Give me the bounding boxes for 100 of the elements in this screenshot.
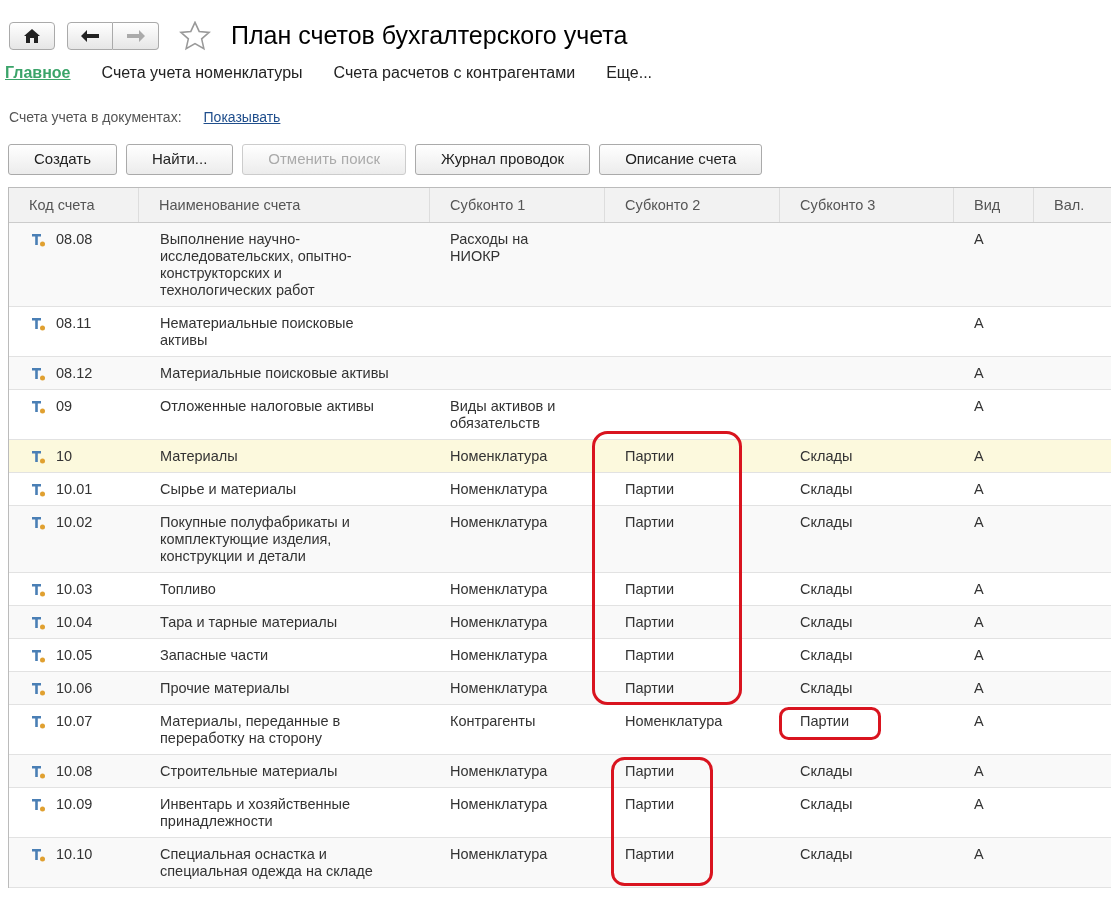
table-row[interactable]: 10.10 Специальная оснастка и специальная одежда на складе Номенклатура Партии Склады А	[9, 838, 1111, 888]
table-cell: А	[974, 231, 984, 247]
column-header[interactable]: Вал.	[1034, 188, 1111, 222]
table-cell-text: 10.07	[56, 713, 93, 731]
table-cell: Номенклатура	[450, 614, 548, 630]
table-cell: А	[974, 647, 984, 663]
table-row[interactable]: 08.08 Выполнение научно-исследовательских, опытно-конструкторских и технологических работ Расходы на НИОКР А	[9, 223, 1111, 307]
table-cell: Номенклатура	[450, 514, 548, 530]
table-cell: Номенклатура	[450, 481, 548, 497]
table-cell: Материальные поисковые активы	[160, 365, 389, 381]
table-row[interactable]: 10.02 Покупные полуфабрикаты и комплектующие изделия, конструкции и детали Номенклатура Партии Склады А	[9, 506, 1111, 573]
column-header[interactable]: Субконто 1	[430, 188, 605, 222]
table-cell: Сырье и материалы	[160, 481, 297, 497]
table-cell: Номенклатура	[625, 713, 723, 729]
column-header[interactable]: Наименование счета	[139, 188, 430, 222]
table-cell: 10.06	[56, 680, 93, 697]
table-cell: Номенклатура	[450, 448, 548, 464]
tab[interactable]: Счета учета номенклатуры	[101, 61, 303, 85]
toolbar-button[interactable]: Журнал проводок	[414, 144, 591, 175]
table-cell: Партии	[625, 763, 675, 779]
table-cell: Номенклатура	[450, 796, 548, 812]
window-title: План счетов бухгалтерского учета	[231, 19, 628, 51]
tab[interactable]: Еще...	[606, 61, 652, 85]
table-cell: Номенклатура	[450, 680, 548, 696]
table-cell: Партии	[625, 581, 675, 597]
table-cell: А	[974, 713, 984, 729]
table-cell: А	[974, 581, 984, 597]
tab[interactable]: Счета расчетов с контрагентами	[333, 61, 576, 85]
table-cell: Склады	[800, 581, 853, 597]
table-cell: Тара и тарные материалы	[160, 614, 338, 630]
table-cell: 10.08	[56, 763, 93, 780]
table-cell: Склады	[800, 614, 853, 630]
table-cell: 08.12	[56, 365, 93, 382]
table-cell: А	[974, 448, 984, 464]
table-cell: Материалы	[160, 448, 238, 464]
column-header[interactable]: Субконто 3	[780, 188, 954, 222]
table-cell: Покупные полуфабрикаты и комплектующие изделия, конструкции и детали	[160, 514, 350, 564]
table-cell: Партии	[625, 796, 675, 812]
table-cell: А	[974, 398, 984, 414]
column-header[interactable]: Код счета	[9, 188, 139, 222]
setting-label: Счета учета в документах:	[9, 108, 182, 127]
table-row[interactable]: 10 Материалы Номенклатура Партии Склады А	[9, 440, 1111, 473]
table-cell: А	[974, 481, 984, 497]
table-cell-text: 10.10	[56, 846, 93, 864]
table-cell: Партии	[800, 713, 850, 729]
table-cell: Партии	[625, 647, 675, 663]
column-header[interactable]: Вид	[954, 188, 1034, 222]
table-cell: 10	[56, 448, 73, 465]
table-cell-text: 08.08	[56, 231, 93, 249]
table-cell: Склады	[800, 448, 853, 464]
table-cell: Партии	[625, 448, 675, 464]
table-cell: Склады	[800, 647, 853, 663]
table-cell: А	[974, 514, 984, 530]
table-cell: Нематериальные поисковые активы	[160, 315, 354, 348]
toolbar-button[interactable]: Создать	[8, 144, 117, 175]
table-cell: Номенклатура	[450, 581, 548, 597]
table-cell: А	[974, 846, 984, 862]
table-cell: 10.05	[56, 647, 93, 664]
table-cell: Склады	[800, 514, 853, 530]
table-cell: Партии	[625, 846, 675, 862]
table-cell: 10.03	[56, 581, 93, 598]
table-cell: Склады	[800, 846, 853, 862]
table-cell: Партии	[625, 614, 675, 630]
table-cell-text: 10.02	[56, 514, 93, 532]
table-cell: А	[974, 365, 984, 381]
table-cell: А	[974, 763, 984, 779]
table-cell: Склады	[800, 481, 853, 497]
column-header[interactable]: Субконто 2	[605, 188, 780, 222]
table-cell: Склады	[800, 796, 853, 812]
table-cell: 10.01	[56, 481, 93, 498]
table-cell: А	[974, 680, 984, 696]
show-link[interactable]: Показывать	[203, 107, 281, 128]
table-cell-text: 08.11	[56, 315, 92, 333]
table-cell: Склады	[800, 763, 853, 779]
table-cell: Специальная оснастка и специальная одежда на складе	[160, 846, 373, 879]
table-row[interactable]: 10.06 Прочие материалы Номенклатура Партии Склады А	[9, 672, 1111, 705]
table-cell-text: 10.09	[56, 796, 93, 814]
table-row[interactable]: 10.08 Строительные материалы Номенклатура Партии Склады А	[9, 755, 1111, 788]
table-cell-text: 09	[56, 398, 73, 416]
table-cell: Топливо	[160, 581, 216, 597]
table-cell: Номенклатура	[450, 763, 548, 779]
table-cell: Номенклатура	[450, 647, 548, 663]
table-row[interactable]: 08.12 Материальные поисковые активы А	[9, 357, 1111, 390]
table-cell: Партии	[625, 680, 675, 696]
table-cell: Виды активов и обязательств	[450, 398, 556, 431]
table-cell: Прочие материалы	[160, 680, 290, 696]
table-cell: 10.04	[56, 614, 93, 631]
table-cell: Партии	[625, 481, 675, 497]
table-cell: Строительные материалы	[160, 763, 338, 779]
table-cell: Партии	[625, 514, 675, 530]
table-cell: Отложенные налоговые активы	[160, 398, 374, 414]
table-cell: Расходы на НИОКР	[450, 231, 529, 264]
table-cell: Материалы, переданные в переработку на сторону	[160, 713, 341, 746]
toolbar-button[interactable]: Описание счета	[599, 144, 763, 175]
table-row[interactable]: 10.04 Тара и тарные материалы Номенклатура Партии Склады А	[9, 606, 1111, 639]
table-cell: А	[974, 315, 984, 331]
toolbar-button[interactable]: Найти...	[126, 144, 234, 175]
table-cell: А	[974, 614, 984, 630]
table-cell: Контрагенты	[450, 713, 536, 729]
table-cell: Выполнение научно-исследовательских, опытно-конструкторских и технологических работ	[160, 231, 352, 298]
